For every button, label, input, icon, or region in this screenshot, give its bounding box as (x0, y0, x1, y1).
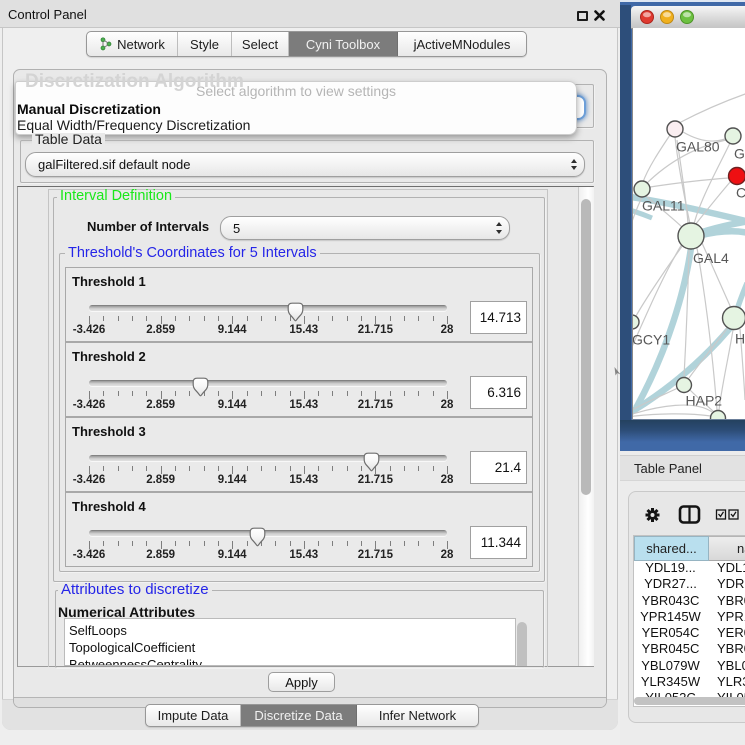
svg-text:GAL80: GAL80 (676, 139, 720, 155)
svg-text:GAL11: GAL11 (642, 198, 685, 214)
svg-text:C: C (736, 185, 745, 201)
svg-text:GA: GA (734, 146, 745, 162)
svg-text:GCY1: GCY1 (632, 332, 670, 348)
svg-text:H: H (735, 331, 745, 347)
svg-text:GAL4: GAL4 (693, 250, 729, 266)
svg-text:HAP2: HAP2 (686, 393, 723, 409)
